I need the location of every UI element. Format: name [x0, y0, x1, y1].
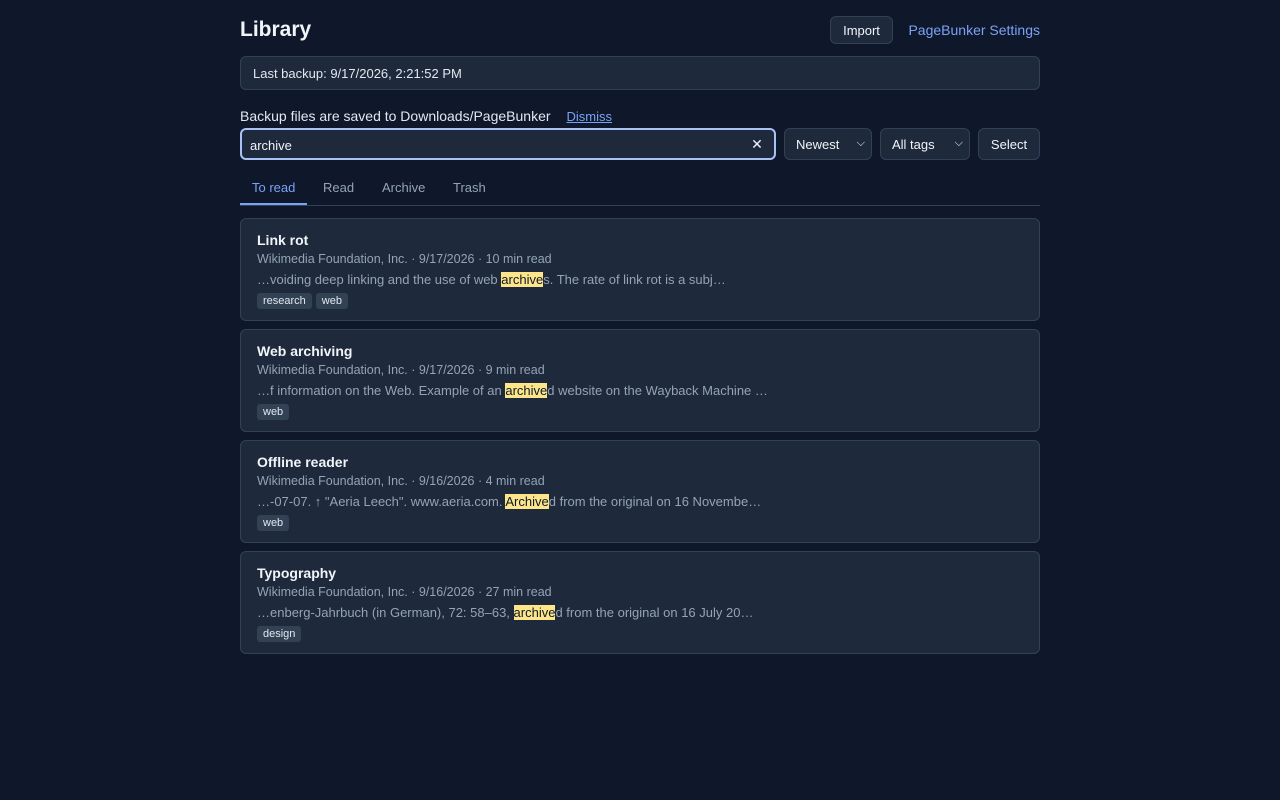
sort-select[interactable]: Newest ⌵: [784, 128, 872, 160]
article-snippet: …-07-07. ↑ "Aeria Leech". www.aeria.com.…: [257, 494, 761, 509]
import-button[interactable]: Import: [830, 16, 893, 44]
search-highlight: archive: [505, 383, 548, 398]
article-meta: Wikimedia Foundation, Inc. · 9/16/2026 ·…: [257, 474, 545, 488]
chevron-down-icon: ⌵: [954, 137, 963, 149]
search-box: ✕: [240, 128, 776, 160]
tab-read[interactable]: Read: [311, 170, 366, 205]
select-button[interactable]: Select: [978, 128, 1040, 160]
close-icon[interactable]: ✕: [749, 136, 765, 152]
article-title: Typography: [257, 565, 337, 581]
article-meta: Wikimedia Foundation, Inc. · 9/17/2026 ·…: [257, 363, 545, 377]
article-snippet: …f information on the Web. Example of an…: [257, 383, 768, 398]
article-snippet: …enberg-Jahrbuch (in German), 72: 58–63,…: [257, 605, 753, 620]
dismiss-link[interactable]: Dismiss: [567, 109, 613, 124]
article-meta: Wikimedia Foundation, Inc. · 9/16/2026 ·…: [257, 585, 552, 599]
article-card[interactable]: Web archiving Wikimedia Foundation, Inc.…: [240, 329, 1040, 432]
tag-badge[interactable]: web: [257, 515, 290, 531]
backup-notice: Backup files are saved to Downloads/Page…: [240, 107, 612, 125]
search-highlight: archive: [513, 605, 556, 620]
article-snippet: …voiding deep linking and the use of web…: [257, 272, 726, 287]
article-card[interactable]: Link rot Wikimedia Foundation, Inc. · 9/…: [240, 218, 1040, 321]
article-card[interactable]: Offline reader Wikimedia Foundation, Inc…: [240, 440, 1040, 543]
snippet-text: …-07-07. ↑ "Aeria Leech". www.aeria.com.: [257, 494, 506, 509]
header: Library Import PageBunker Settings: [240, 16, 1040, 44]
tags-select[interactable]: All tags ⌵: [880, 128, 970, 160]
search-highlight: archive: [501, 272, 544, 287]
tab-archive[interactable]: Archive: [370, 170, 437, 205]
tab-trash[interactable]: Trash: [441, 170, 498, 205]
snippet-text: d from the original on 16 July 20…: [555, 605, 754, 620]
article-title: Offline reader: [257, 454, 349, 470]
snippet-text: …voiding deep linking and the use of web: [257, 272, 502, 287]
tag-list: research web: [257, 293, 348, 309]
search-input[interactable]: [250, 136, 740, 154]
tag-list: design: [257, 626, 302, 642]
search-highlight: Archive: [505, 494, 549, 509]
backup-notice-text: Backup files are saved to Downloads/Page…: [240, 108, 551, 124]
backup-status: Last backup: 9/17/2026, 2:21:52 PM: [240, 56, 1040, 90]
article-card[interactable]: Typography Wikimedia Foundation, Inc. · …: [240, 551, 1040, 654]
tag-badge[interactable]: research: [257, 293, 312, 309]
tag-list: web: [257, 515, 290, 531]
tab-to-read[interactable]: To read: [240, 170, 308, 205]
settings-link[interactable]: PageBunker Settings: [908, 22, 1040, 38]
tag-badge[interactable]: web: [315, 293, 348, 309]
snippet-text: …f information on the Web. Example of an: [257, 383, 506, 398]
tags-select-value: All tags: [892, 137, 935, 152]
tag-badge[interactable]: design: [257, 626, 302, 642]
article-title: Link rot: [257, 232, 309, 248]
snippet-text: s. The rate of link rot is a subj…: [543, 272, 726, 287]
tab-bar: To read Read Archive Trash: [240, 170, 1040, 206]
chevron-down-icon: ⌵: [856, 137, 865, 149]
sort-select-value: Newest: [796, 137, 840, 152]
snippet-text: d website on the Wayback Machine …: [547, 383, 768, 398]
article-meta: Wikimedia Foundation, Inc. · 9/17/2026 ·…: [257, 252, 552, 266]
tag-badge[interactable]: web: [257, 404, 290, 420]
article-title: Web archiving: [257, 343, 353, 359]
page-title: Library: [240, 18, 312, 41]
tag-list: web: [257, 404, 290, 420]
snippet-text: …enberg-Jahrbuch (in German), 72: 58–63,: [257, 605, 514, 620]
snippet-text: d from the original on 16 Novembe…: [548, 494, 762, 509]
